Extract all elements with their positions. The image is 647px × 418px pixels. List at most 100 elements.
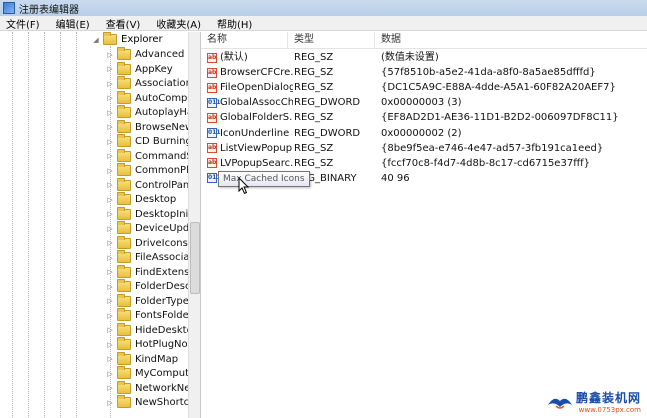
folder-icon: [117, 264, 131, 278]
value-data-cell: 0x00000002 (2): [381, 127, 462, 139]
value-row[interactable]: 011 IconUnderline REG_DWORD 0x00000002 (2): [201, 126, 647, 141]
menu-favorites[interactable]: 收藏夹(A): [154, 16, 203, 31]
expand-arrow-icon[interactable]: ▷: [106, 341, 114, 349]
tree-item[interactable]: ▷ FileAssociatio: [106, 250, 193, 265]
tree-item[interactable]: ▷ ControlPanel: [106, 177, 193, 193]
tree-item[interactable]: ▷ DriveIcons: [106, 235, 188, 251]
menu-help[interactable]: 帮助(H): [215, 16, 254, 31]
tree-item[interactable]: ▷ AppKey: [106, 61, 173, 77]
menu-file[interactable]: 文件(F): [4, 16, 42, 31]
tree-item[interactable]: ▷ DeviceUpdat: [106, 221, 193, 236]
expand-arrow-icon[interactable]: ▷: [106, 181, 114, 189]
value-row[interactable]: ab LVPopupSearc... REG_SZ {fccf70c8-f4d7-4d…: [201, 156, 647, 171]
tree-scrollbar-thumb[interactable]: [190, 222, 200, 294]
tree-item-label: Associations: [135, 78, 193, 89]
tree-item-explorer[interactable]: ◢ Explorer: [92, 32, 163, 47]
expand-arrow-icon[interactable]: ▷: [106, 123, 114, 131]
tree-item[interactable]: ▷ FindExtension: [106, 264, 193, 280]
expand-arrow-icon[interactable]: ▷: [106, 94, 114, 102]
value-name: BrowserCFCre...: [220, 67, 293, 79]
value-row[interactable]: ab BrowserCFCre... REG_SZ {57f8510b-a5e2-41…: [201, 65, 647, 80]
folder-icon: [117, 337, 131, 350]
tree-item[interactable]: ▷ CommandSto: [106, 148, 193, 164]
tree-item[interactable]: ▷ Desktop: [106, 192, 176, 207]
tree-item[interactable]: ▷ KindMap: [106, 351, 178, 367]
expand-arrow-icon[interactable]: ▷: [106, 399, 114, 407]
value-row[interactable]: abListViewPopup...REG_SZ {8be9f5ea-e746-4…: [201, 141, 647, 156]
expand-arrow-icon[interactable]: ▷: [106, 109, 114, 117]
tree-item[interactable]: ▷ NetworkNeig: [106, 380, 193, 396]
expand-arrow-icon[interactable]: ▷: [106, 355, 114, 363]
value-row[interactable]: 011GlobalAssocCh...REG_DWORD 0x00000003 (…: [201, 95, 647, 110]
tree-item[interactable]: ▷ AutoplayHan: [106, 105, 193, 120]
value-row[interactable]: ab (默认) REG_SZ (数值未设置): [201, 50, 647, 65]
eagle-logo-icon: [547, 398, 572, 409]
folder-icon: [117, 134, 131, 147]
column-type-header[interactable]: 类型: [288, 32, 375, 48]
expand-arrow-icon[interactable]: ▷: [106, 326, 114, 334]
tree-item-label: DesktopIniPr: [135, 208, 193, 220]
expand-arrow-icon[interactable]: ▷: [106, 51, 114, 59]
column-data-header[interactable]: 数据: [375, 32, 647, 48]
collapse-arrow-icon[interactable]: ◢: [92, 36, 100, 44]
tree-item[interactable]: ▷ MyComputer: [106, 366, 193, 381]
folder-icon: [117, 293, 131, 307]
folder-icon: [117, 308, 131, 321]
tree-item-label: Advanced: [135, 49, 185, 60]
tree-item[interactable]: ▷ Advanced: [106, 47, 184, 62]
expand-arrow-icon[interactable]: ▷: [106, 283, 114, 291]
value-name: (默认): [220, 52, 248, 63]
expand-arrow-icon[interactable]: ▷: [106, 239, 114, 247]
value-name-cell: abListViewPopup...: [207, 141, 293, 156]
value-name: GlobalFolderS...: [220, 112, 293, 124]
registry-values-list[interactable]: 名称 类型 数据 ab (默认) REG_SZ (数值未设置) ab BrowserCFC…: [201, 32, 647, 418]
value-row[interactable]: ab FileOpenDialog REG_SZ {DC1C5A9C-E88A-4dd…: [201, 80, 647, 95]
folder-icon: [117, 105, 131, 118]
tree-item-label: HideDesktop: [135, 324, 193, 336]
tree-item[interactable]: ▷ NewShortcut: [106, 395, 193, 410]
expand-arrow-icon[interactable]: ▷: [106, 152, 114, 160]
tree-item[interactable]: ▷ FontsFolder: [106, 308, 193, 323]
expand-arrow-icon[interactable]: ▷: [106, 167, 114, 175]
tree-item[interactable]: ▷ HideDesktop: [106, 322, 193, 338]
tree-item[interactable]: ▷ AutoComplet: [106, 90, 193, 106]
expand-arrow-icon[interactable]: ▷: [106, 254, 114, 262]
tree-item[interactable]: ▷ FolderTypes: [106, 293, 193, 309]
menu-edit[interactable]: 编辑(E): [54, 16, 92, 31]
expand-arrow-icon[interactable]: ▷: [106, 210, 114, 218]
binary-value-icon: 011: [207, 128, 221, 138]
tree-scrollbar[interactable]: [188, 32, 200, 418]
registry-key-tree[interactable]: ◢ Explorer ▷ Advanced ▷ AppKey ▷ Associations…: [0, 32, 201, 418]
expand-arrow-icon[interactable]: ▷: [106, 370, 114, 378]
tree-item-label: AutoComplet: [135, 92, 193, 104]
column-name-header[interactable]: 名称: [201, 32, 288, 48]
value-type-cell: REG_DWORD: [294, 127, 361, 139]
watermark-url: www.0753px.com: [578, 406, 641, 414]
expand-arrow-icon[interactable]: ▷: [106, 297, 114, 305]
expand-arrow-icon[interactable]: ▷: [106, 80, 114, 88]
expand-arrow-icon[interactable]: ▷: [106, 65, 114, 73]
site-watermark: 鹏鑫装机网 www.0753px.com: [547, 389, 641, 414]
expand-arrow-icon[interactable]: ▷: [106, 384, 114, 392]
value-name-cell: ab GlobalFolderS...: [207, 110, 293, 125]
tree-item-label: AppKey: [135, 63, 173, 75]
watermark-title: 鹏鑫装机网: [575, 391, 641, 405]
expand-arrow-icon[interactable]: ▷: [106, 312, 114, 320]
expand-arrow-icon[interactable]: ▷: [106, 138, 114, 146]
value-name: ListViewPopup...: [220, 142, 293, 154]
tree-item[interactable]: ▷ DesktopIniPr: [106, 206, 193, 222]
expand-arrow-icon[interactable]: ▷: [106, 225, 114, 233]
expand-arrow-icon[interactable]: ▷: [106, 268, 114, 276]
tree-item[interactable]: ▷ CommonPlac: [106, 163, 193, 178]
menu-view[interactable]: 查看(V): [104, 16, 143, 31]
value-row[interactable]: ab GlobalFolderS... REG_SZ {EF8AD2D1-AE36-1…: [201, 110, 647, 125]
expand-arrow-icon[interactable]: ▷: [106, 196, 114, 204]
tree-guide-line: [12, 32, 13, 418]
tree-item[interactable]: ▷ BrowseNewP: [106, 119, 193, 135]
tree-item[interactable]: ▷ Associations: [106, 76, 193, 91]
tree-item-label: FolderDescri: [135, 281, 193, 292]
open-folder-icon: [103, 32, 117, 45]
tree-item[interactable]: ▷ HotPlugNotif: [106, 337, 193, 352]
tree-item[interactable]: ▷ CD Burning: [106, 134, 192, 149]
tree-item[interactable]: ▷ FolderDescri: [106, 279, 193, 294]
